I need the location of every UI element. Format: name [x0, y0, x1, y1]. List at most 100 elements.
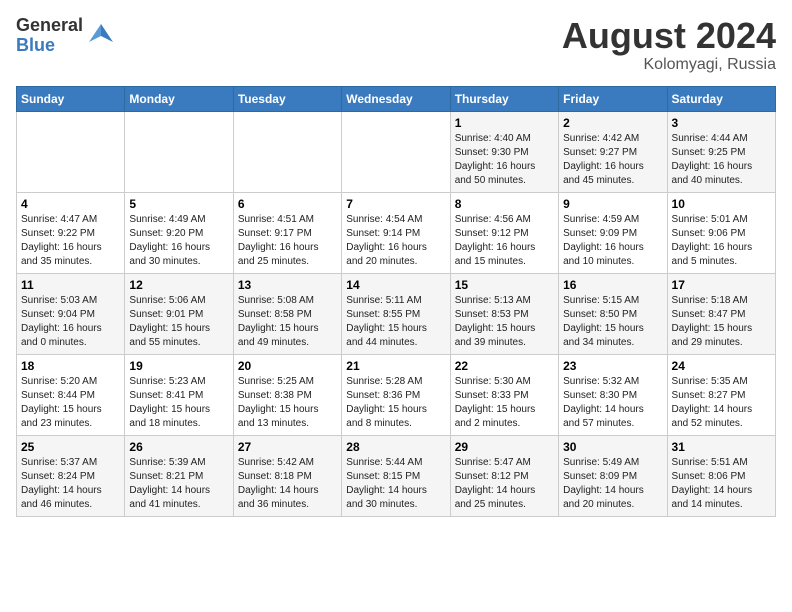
day-number: 9: [563, 197, 662, 211]
calendar-cell: 2 Sunrise: 4:42 AM Sunset: 9:27 PM Daylig…: [559, 111, 667, 192]
calendar-cell: 1Sunrise: 4:40 AM Sunset: 9:30 PM Daylig…: [450, 111, 558, 192]
day-number: 22: [455, 359, 554, 373]
weekday-header-monday: Monday: [125, 86, 233, 111]
day-info: Sunrise: 5:03 AM Sunset: 9:04 PM Dayligh…: [21, 294, 120, 350]
calendar-cell: 4 Sunrise: 4:47 AM Sunset: 9:22 PM Daylig…: [17, 192, 125, 273]
day-info: Sunrise: 4:44 AM Sunset: 9:25 PM Dayligh…: [672, 132, 771, 188]
calendar-cell: 23Sunrise: 5:32 AM Sunset: 8:30 PM Dayli…: [559, 354, 667, 435]
day-number: 20: [238, 359, 337, 373]
day-number: 30: [563, 440, 662, 454]
day-info: Sunrise: 4:51 AM Sunset: 9:17 PM Dayligh…: [238, 213, 337, 269]
day-number: 19: [129, 359, 228, 373]
day-info: Sunrise: 5:35 AM Sunset: 8:27 PM Dayligh…: [672, 375, 771, 431]
calendar-cell: 22 Sunrise: 5:30 AM Sunset: 8:33 PM Dayli…: [450, 354, 558, 435]
calendar-cell: 12 Sunrise: 5:06 AM Sunset: 9:01 PM Dayli…: [125, 273, 233, 354]
day-number: 31: [672, 440, 771, 454]
title-block: August 2024 Kolomyagi, Russia: [562, 16, 776, 74]
day-number: 24: [672, 359, 771, 373]
day-number: 27: [238, 440, 337, 454]
day-number: 4: [21, 197, 120, 211]
calendar-cell: [125, 111, 233, 192]
day-number: 14: [346, 278, 445, 292]
calendar-cell: 14 Sunrise: 5:11 AM Sunset: 8:55 PM Dayli…: [342, 273, 450, 354]
weekday-header-saturday: Saturday: [667, 86, 775, 111]
calendar-cell: 17 Sunrise: 5:18 AM Sunset: 8:47 PM Dayli…: [667, 273, 775, 354]
calendar-cell: [233, 111, 341, 192]
calendar-cell: 7 Sunrise: 4:54 AM Sunset: 9:14 PM Daylig…: [342, 192, 450, 273]
day-info: Sunrise: 5:06 AM Sunset: 9:01 PM Dayligh…: [129, 294, 228, 350]
calendar-cell: 3 Sunrise: 4:44 AM Sunset: 9:25 PM Daylig…: [667, 111, 775, 192]
logo-general: General: [16, 16, 83, 36]
day-info: Sunrise: 5:13 AM Sunset: 8:53 PM Dayligh…: [455, 294, 554, 350]
day-number: 23: [563, 359, 662, 373]
day-info: Sunrise: 5:25 AM Sunset: 8:38 PM Dayligh…: [238, 375, 337, 431]
day-number: 17: [672, 278, 771, 292]
day-info: Sunrise: 5:37 AM Sunset: 8:24 PM Dayligh…: [21, 456, 120, 512]
day-info: Sunrise: 4:56 AM Sunset: 9:12 PM Dayligh…: [455, 213, 554, 269]
day-number: 11: [21, 278, 120, 292]
calendar-cell: 15 Sunrise: 5:13 AM Sunset: 8:53 PM Dayli…: [450, 273, 558, 354]
day-number: 15: [455, 278, 554, 292]
logo: General Blue: [16, 16, 115, 56]
day-number: 18: [21, 359, 120, 373]
day-number: 1: [455, 116, 554, 130]
logo-icon: [87, 22, 115, 50]
calendar-cell: [17, 111, 125, 192]
calendar-table: SundayMondayTuesdayWednesdayThursdayFrid…: [16, 86, 776, 517]
weekday-header-wednesday: Wednesday: [342, 86, 450, 111]
calendar-week-3: 11 Sunrise: 5:03 AM Sunset: 9:04 PM Dayli…: [17, 273, 776, 354]
day-info: Sunrise: 5:47 AM Sunset: 8:12 PM Dayligh…: [455, 456, 554, 512]
weekday-header-friday: Friday: [559, 86, 667, 111]
day-number: 3: [672, 116, 771, 130]
day-info: Sunrise: 4:49 AM Sunset: 9:20 PM Dayligh…: [129, 213, 228, 269]
calendar-week-5: 25Sunrise: 5:37 AM Sunset: 8:24 PM Dayli…: [17, 435, 776, 516]
calendar-cell: [342, 111, 450, 192]
calendar-week-4: 18 Sunrise: 5:20 AM Sunset: 8:44 PM Dayli…: [17, 354, 776, 435]
day-number: 10: [672, 197, 771, 211]
day-info: Sunrise: 5:18 AM Sunset: 8:47 PM Dayligh…: [672, 294, 771, 350]
day-info: Sunrise: 4:42 AM Sunset: 9:27 PM Dayligh…: [563, 132, 662, 188]
day-number: 2: [563, 116, 662, 130]
calendar-cell: 21Sunrise: 5:28 AM Sunset: 8:36 PM Dayli…: [342, 354, 450, 435]
day-number: 28: [346, 440, 445, 454]
logo-blue: Blue: [16, 36, 83, 56]
day-info: Sunrise: 5:23 AM Sunset: 8:41 PM Dayligh…: [129, 375, 228, 431]
calendar-cell: 29Sunrise: 5:47 AM Sunset: 8:12 PM Dayli…: [450, 435, 558, 516]
calendar-cell: 26Sunrise: 5:39 AM Sunset: 8:21 PM Dayli…: [125, 435, 233, 516]
day-number: 12: [129, 278, 228, 292]
day-number: 26: [129, 440, 228, 454]
day-info: Sunrise: 5:30 AM Sunset: 8:33 PM Dayligh…: [455, 375, 554, 431]
day-number: 6: [238, 197, 337, 211]
logo-text: General Blue: [16, 16, 83, 56]
weekday-header-row: SundayMondayTuesdayWednesdayThursdayFrid…: [17, 86, 776, 111]
day-number: 7: [346, 197, 445, 211]
day-info: Sunrise: 5:44 AM Sunset: 8:15 PM Dayligh…: [346, 456, 445, 512]
calendar-cell: 16Sunrise: 5:15 AM Sunset: 8:50 PM Dayli…: [559, 273, 667, 354]
calendar-cell: 10Sunrise: 5:01 AM Sunset: 9:06 PM Dayli…: [667, 192, 775, 273]
day-info: Sunrise: 5:11 AM Sunset: 8:55 PM Dayligh…: [346, 294, 445, 350]
calendar-cell: 25Sunrise: 5:37 AM Sunset: 8:24 PM Dayli…: [17, 435, 125, 516]
day-info: Sunrise: 4:54 AM Sunset: 9:14 PM Dayligh…: [346, 213, 445, 269]
calendar-cell: 18 Sunrise: 5:20 AM Sunset: 8:44 PM Dayli…: [17, 354, 125, 435]
day-info: Sunrise: 5:51 AM Sunset: 8:06 PM Dayligh…: [672, 456, 771, 512]
calendar-cell: 31 Sunrise: 5:51 AM Sunset: 8:06 PM Dayli…: [667, 435, 775, 516]
calendar-body: 1Sunrise: 4:40 AM Sunset: 9:30 PM Daylig…: [17, 111, 776, 516]
calendar-header: SundayMondayTuesdayWednesdayThursdayFrid…: [17, 86, 776, 111]
calendar-cell: 13Sunrise: 5:08 AM Sunset: 8:58 PM Dayli…: [233, 273, 341, 354]
weekday-header-tuesday: Tuesday: [233, 86, 341, 111]
day-info: Sunrise: 5:20 AM Sunset: 8:44 PM Dayligh…: [21, 375, 120, 431]
calendar-cell: 30Sunrise: 5:49 AM Sunset: 8:09 PM Dayli…: [559, 435, 667, 516]
location: Kolomyagi, Russia: [562, 56, 776, 74]
day-number: 16: [563, 278, 662, 292]
calendar-cell: 8Sunrise: 4:56 AM Sunset: 9:12 PM Daylig…: [450, 192, 558, 273]
calendar-cell: 9Sunrise: 4:59 AM Sunset: 9:09 PM Daylig…: [559, 192, 667, 273]
day-info: Sunrise: 4:47 AM Sunset: 9:22 PM Dayligh…: [21, 213, 120, 269]
calendar-cell: 28 Sunrise: 5:44 AM Sunset: 8:15 PM Dayli…: [342, 435, 450, 516]
day-number: 5: [129, 197, 228, 211]
day-info: Sunrise: 5:08 AM Sunset: 8:58 PM Dayligh…: [238, 294, 337, 350]
weekday-header-thursday: Thursday: [450, 86, 558, 111]
month-year: August 2024: [562, 16, 776, 56]
page-header: General Blue August 2024 Kolomyagi, Russ…: [16, 16, 776, 74]
weekday-header-sunday: Sunday: [17, 86, 125, 111]
calendar-week-2: 4 Sunrise: 4:47 AM Sunset: 9:22 PM Daylig…: [17, 192, 776, 273]
